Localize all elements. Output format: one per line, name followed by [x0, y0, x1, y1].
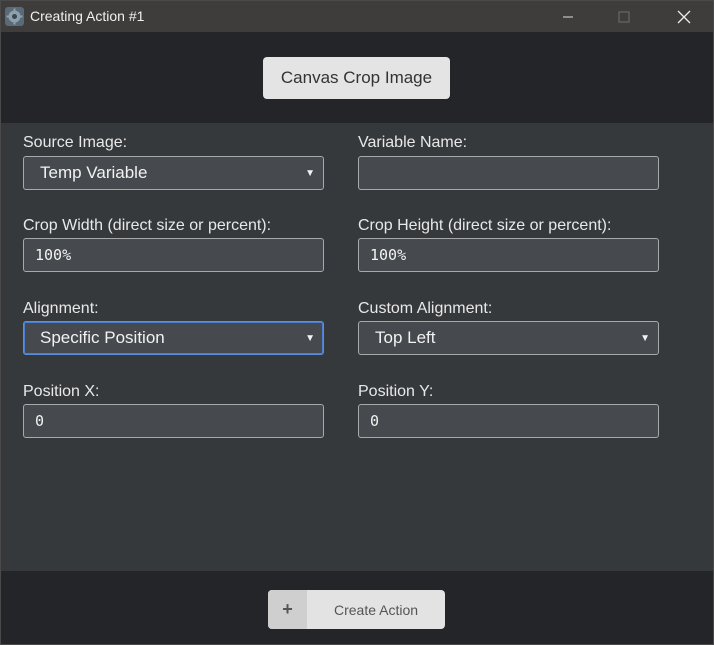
- action-form: Source Image: Temp Variable ▼ Variable N…: [1, 123, 713, 571]
- action-type-button[interactable]: Canvas Crop Image: [263, 57, 450, 99]
- close-icon: [677, 10, 691, 23]
- position-x-input[interactable]: 0: [23, 404, 324, 438]
- crop-height-label: Crop Height (direct size or percent):: [358, 217, 612, 234]
- custom-alignment-select[interactable]: Top Left ▼: [358, 321, 659, 355]
- custom-alignment-value: Top Left: [375, 328, 436, 347]
- footer-band: + Create Action: [1, 571, 713, 644]
- close-button[interactable]: [661, 1, 707, 32]
- source-image-label: Source Image:: [23, 134, 128, 151]
- custom-alignment-label: Custom Alignment:: [358, 300, 493, 317]
- dropdown-caret-icon: ▼: [305, 333, 315, 344]
- position-y-input[interactable]: 0: [358, 404, 659, 438]
- alignment-value: Specific Position: [40, 328, 165, 347]
- variable-name-input[interactable]: [358, 156, 659, 190]
- crop-width-input[interactable]: 100%: [23, 238, 324, 272]
- alignment-label: Alignment:: [23, 300, 99, 317]
- dropdown-caret-icon: ▼: [640, 333, 650, 344]
- window-title: Creating Action #1: [30, 8, 145, 24]
- dialog-window: Creating Action #1 Canvas Crop Image Sou…: [0, 0, 714, 645]
- title-bar[interactable]: Creating Action #1: [1, 1, 713, 32]
- dropdown-caret-icon: ▼: [305, 168, 315, 179]
- source-image-value: Temp Variable: [40, 163, 148, 182]
- source-image-select[interactable]: Temp Variable ▼: [23, 156, 324, 190]
- create-action-label: Create Action: [333, 601, 419, 618]
- app-gear-icon: [5, 7, 24, 26]
- minimize-button[interactable]: [545, 1, 591, 32]
- maximize-icon: [618, 11, 630, 22]
- plus-icon: +: [268, 590, 307, 629]
- crop-height-input[interactable]: 100%: [358, 238, 659, 272]
- minimize-icon: [563, 16, 573, 17]
- variable-name-label: Variable Name:: [358, 134, 468, 151]
- position-x-label: Position X:: [23, 383, 100, 400]
- create-action-button[interactable]: + Create Action: [268, 590, 445, 629]
- maximize-button[interactable]: [601, 1, 647, 32]
- crop-width-label: Crop Width (direct size or percent):: [23, 217, 272, 234]
- position-y-label: Position Y:: [358, 383, 434, 400]
- alignment-select[interactable]: Specific Position ▼: [23, 321, 324, 355]
- header-band: Canvas Crop Image: [1, 32, 713, 123]
